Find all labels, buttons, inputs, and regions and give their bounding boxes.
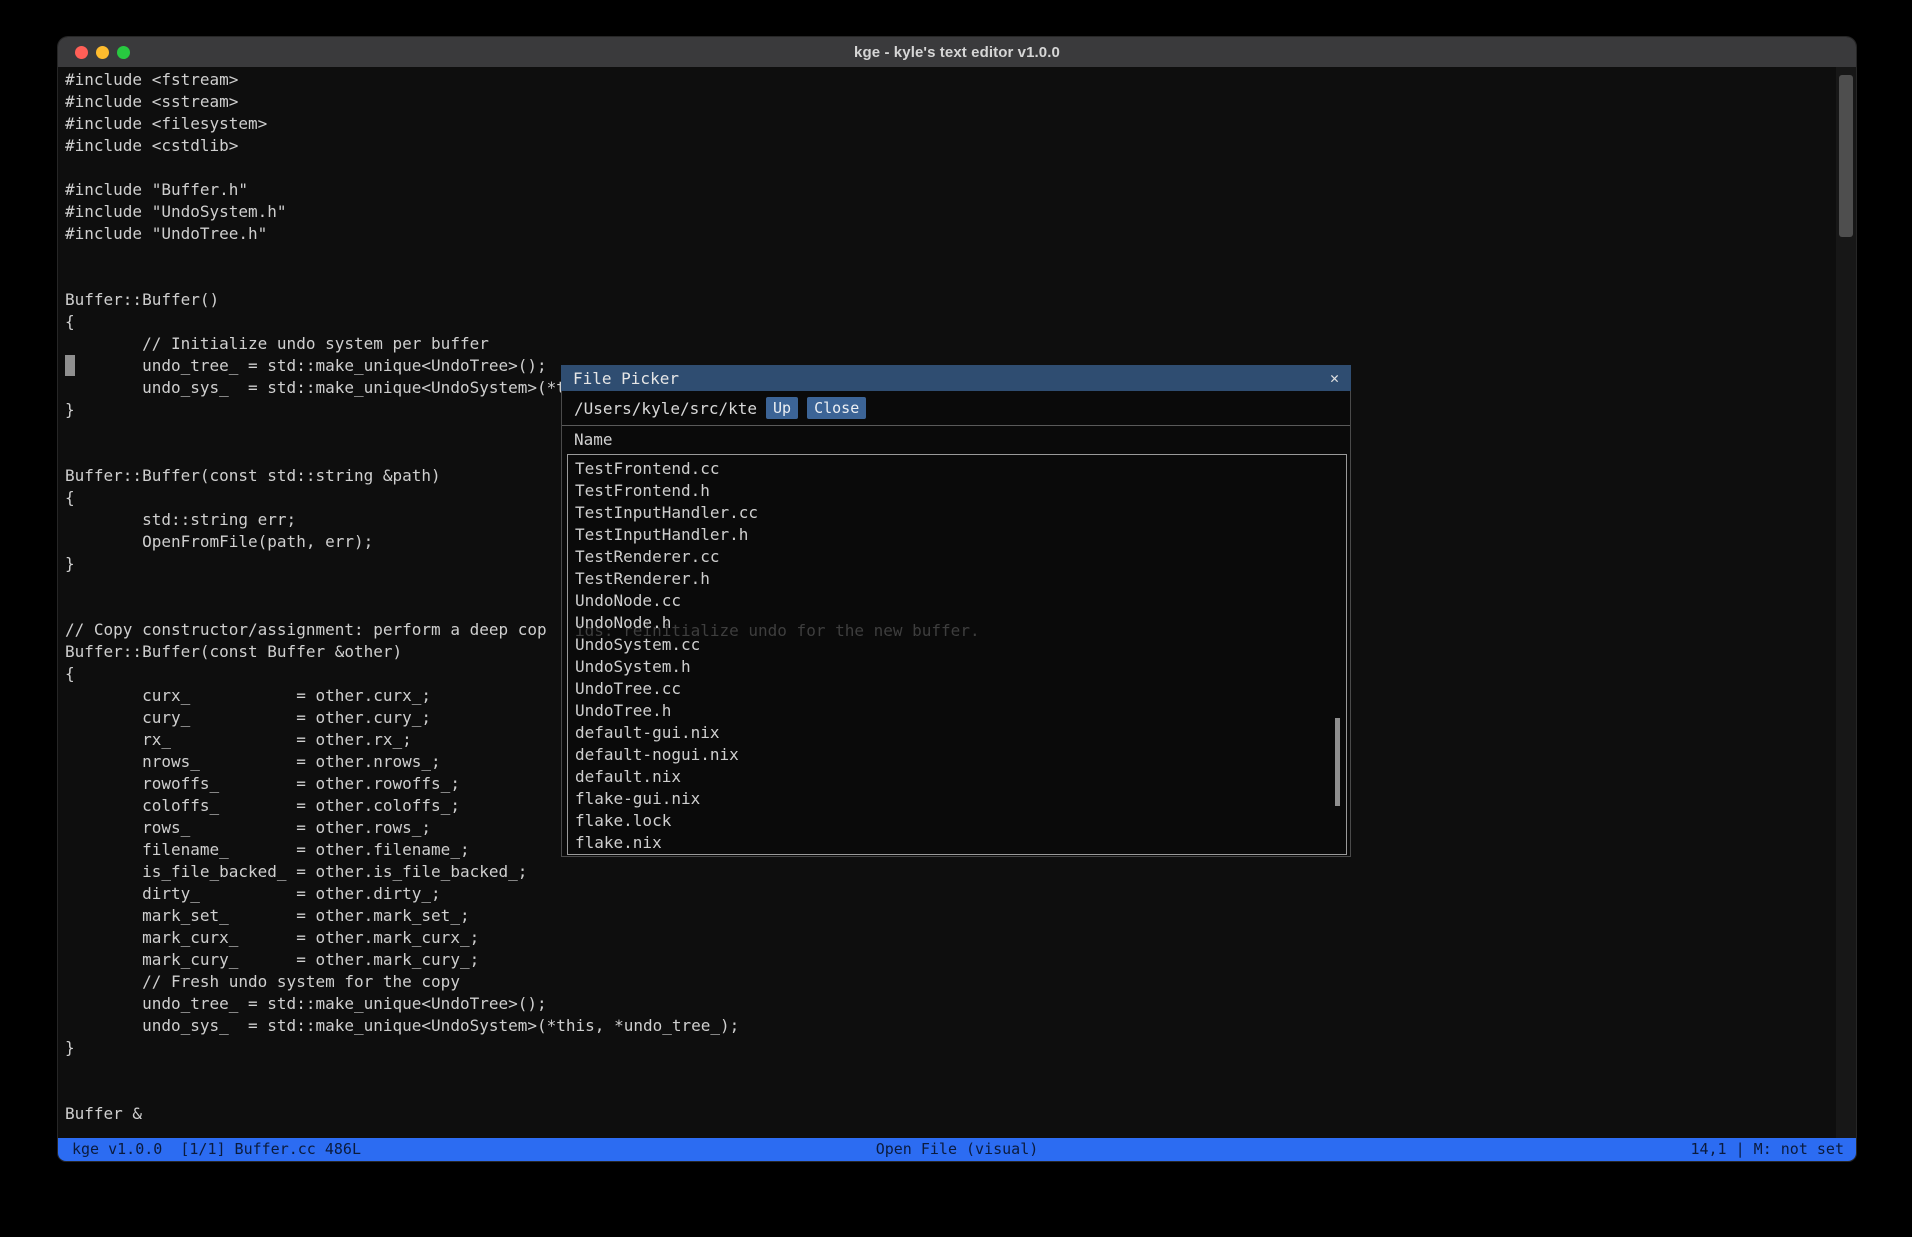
- file-picker-title: File Picker: [573, 369, 679, 388]
- file-picker-path-row: /Users/kyle/src/kte Up Close: [562, 391, 1350, 425]
- current-path: /Users/kyle/src/kte: [574, 399, 757, 418]
- file-list-item[interactable]: default.nix: [575, 766, 1346, 788]
- code-line[interactable]: [65, 157, 1856, 179]
- close-icon[interactable]: ✕: [1330, 369, 1339, 387]
- file-list-item[interactable]: default-gui.nix: [575, 722, 1346, 744]
- zoom-window-button[interactable]: [117, 46, 130, 59]
- file-list-item[interactable]: TestInputHandler.h: [575, 524, 1346, 546]
- editor-window: kge - kyle's text editor v1.0.0 #include…: [58, 37, 1856, 1161]
- name-column-header: Name: [574, 428, 613, 452]
- file-list-item[interactable]: UndoSystem.cc: [575, 634, 1346, 656]
- code-line[interactable]: #include <cstdlib>: [65, 135, 1856, 157]
- code-line[interactable]: Buffer::Buffer(): [65, 289, 1856, 311]
- file-list-item[interactable]: default-nogui.nix: [575, 744, 1346, 766]
- code-line[interactable]: dirty_ = other.dirty_;: [65, 883, 1856, 905]
- code-line[interactable]: // Fresh undo system for the copy: [65, 971, 1856, 993]
- code-line[interactable]: Buffer &: [65, 1103, 1856, 1125]
- cursor-block: [65, 355, 75, 376]
- up-button[interactable]: Up: [766, 397, 798, 419]
- code-line[interactable]: mark_set_ = other.mark_set_;: [65, 905, 1856, 927]
- file-list-item[interactable]: UndoTree.cc: [575, 678, 1346, 700]
- window-titlebar[interactable]: kge - kyle's text editor v1.0.0: [58, 37, 1856, 67]
- file-list-item[interactable]: UndoSystem.h: [575, 656, 1346, 678]
- window-title: kge - kyle's text editor v1.0.0: [854, 44, 1060, 61]
- code-line[interactable]: #include "UndoTree.h": [65, 223, 1856, 245]
- code-line[interactable]: [65, 1081, 1856, 1103]
- file-list-item[interactable]: flake.lock: [575, 810, 1346, 832]
- status-right: 14,1 | M: not set: [1690, 1138, 1844, 1161]
- file-list-item[interactable]: UndoTree.h: [575, 700, 1346, 722]
- file-list-item[interactable]: TestRenderer.cc: [575, 546, 1346, 568]
- code-line[interactable]: mark_curx_ = other.mark_curx_;: [65, 927, 1856, 949]
- file-list-item[interactable]: flake-gui.nix: [575, 788, 1346, 810]
- file-list-scrollbar-thumb[interactable]: [1335, 718, 1340, 806]
- file-list-item[interactable]: TestInputHandler.cc: [575, 502, 1346, 524]
- editor-scrollbar-track[interactable]: [1836, 67, 1856, 1138]
- file-list-item[interactable]: flake.nix: [575, 832, 1346, 854]
- code-line[interactable]: #include <sstream>: [65, 91, 1856, 113]
- file-picker-dialog: File Picker ✕ /Users/kyle/src/kte Up Clo…: [561, 365, 1351, 857]
- close-button[interactable]: Close: [807, 397, 866, 419]
- code-line[interactable]: }: [65, 1037, 1856, 1059]
- code-line[interactable]: mark_cury_ = other.mark_cury_;: [65, 949, 1856, 971]
- code-line[interactable]: [65, 267, 1856, 289]
- close-window-button[interactable]: [75, 46, 88, 59]
- code-line[interactable]: #include "Buffer.h": [65, 179, 1856, 201]
- code-line[interactable]: [65, 245, 1856, 267]
- file-picker-titlebar[interactable]: File Picker ✕: [561, 365, 1351, 391]
- status-center: Open File (visual): [58, 1138, 1856, 1161]
- code-line[interactable]: // Initialize undo system per buffer: [65, 333, 1856, 355]
- code-line[interactable]: {: [65, 311, 1856, 333]
- code-line[interactable]: undo_sys_ = std::make_unique<UndoSystem>…: [65, 1015, 1856, 1037]
- file-list-item[interactable]: TestFrontend.h: [575, 480, 1346, 502]
- dialog-separator: [562, 425, 1350, 426]
- code-line[interactable]: #include "UndoSystem.h": [65, 201, 1856, 223]
- code-line[interactable]: [65, 1059, 1856, 1081]
- file-list: ids: reinitialize undo for the new buffe…: [567, 454, 1347, 855]
- editor-scrollbar-thumb[interactable]: [1839, 75, 1853, 237]
- file-list-item[interactable]: UndoNode.cc: [575, 590, 1346, 612]
- status-bar: kge v1.0.0 [1/1] Buffer.cc 486L Open Fil…: [58, 1138, 1856, 1161]
- file-items: TestFrontend.ccTestFrontend.hTestInputHa…: [568, 455, 1346, 854]
- minimize-window-button[interactable]: [96, 46, 109, 59]
- code-line[interactable]: #include <filesystem>: [65, 113, 1856, 135]
- traffic-lights: [75, 37, 130, 67]
- code-line[interactable]: undo_tree_ = std::make_unique<UndoTree>(…: [65, 993, 1856, 1015]
- file-list-item[interactable]: TestRenderer.h: [575, 568, 1346, 590]
- file-list-item[interactable]: TestFrontend.cc: [575, 458, 1346, 480]
- file-list-item[interactable]: UndoNode.h: [575, 612, 1346, 634]
- code-line[interactable]: #include <fstream>: [65, 69, 1856, 91]
- code-line[interactable]: is_file_backed_ = other.is_file_backed_;: [65, 861, 1856, 883]
